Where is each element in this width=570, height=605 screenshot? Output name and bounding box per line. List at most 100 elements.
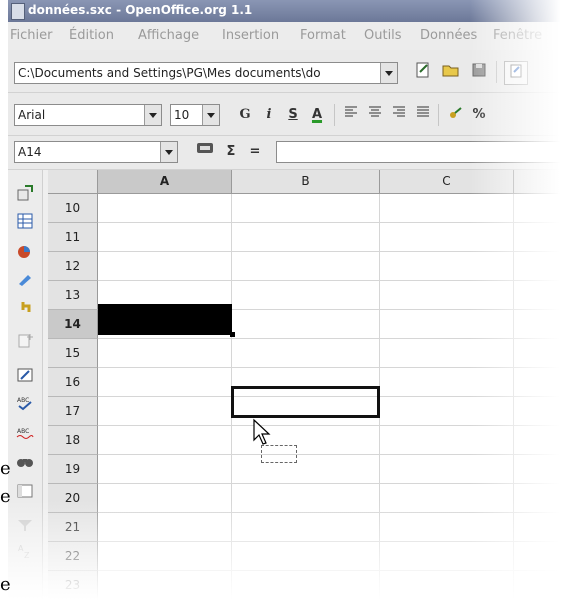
cell[interactable] — [514, 397, 570, 426]
insert-cells-icon[interactable] — [16, 212, 34, 230]
menu-format[interactable]: Format — [300, 28, 346, 43]
cell[interactable] — [514, 339, 570, 368]
cell[interactable] — [98, 223, 232, 252]
cell[interactable] — [232, 542, 380, 571]
underline-button[interactable]: S — [282, 104, 304, 126]
cell[interactable] — [380, 339, 514, 368]
cell[interactable] — [98, 397, 232, 426]
function-button[interactable]: = — [244, 141, 266, 163]
column-header-next[interactable] — [514, 170, 570, 194]
name-box-value[interactable]: A14 — [18, 145, 41, 159]
cell[interactable] — [380, 571, 514, 600]
row-header-20[interactable]: 20 — [48, 484, 98, 513]
cell[interactable] — [514, 571, 570, 600]
cell[interactable] — [514, 426, 570, 455]
cell[interactable] — [514, 484, 570, 513]
autoformat-icon[interactable] — [16, 366, 34, 384]
cell[interactable] — [514, 281, 570, 310]
menu-donnees[interactable]: Données — [420, 28, 477, 43]
row-header-11[interactable]: 11 — [48, 223, 98, 252]
find-replace-icon[interactable] — [16, 452, 34, 470]
cell[interactable] — [380, 281, 514, 310]
cell[interactable] — [514, 252, 570, 281]
justify-icon[interactable] — [412, 104, 434, 126]
cell[interactable] — [514, 513, 570, 542]
column-header-c[interactable]: C — [380, 170, 514, 194]
bold-button[interactable]: G — [234, 104, 256, 126]
function-autopilot-icon[interactable] — [194, 141, 216, 163]
menu-outils[interactable]: Outils — [364, 28, 402, 43]
autospellcheck-icon[interactable]: ABC — [16, 424, 34, 442]
row-header-23[interactable]: 23 — [48, 571, 98, 600]
cell[interactable] — [380, 310, 514, 339]
row-header-19[interactable]: 19 — [48, 455, 98, 484]
cell[interactable] — [232, 455, 380, 484]
cell[interactable] — [380, 252, 514, 281]
cell[interactable] — [380, 223, 514, 252]
cell[interactable] — [98, 542, 232, 571]
menu-insertion[interactable]: Insertion — [222, 28, 279, 43]
cell[interactable] — [514, 223, 570, 252]
font-name-value[interactable]: Arial — [18, 108, 45, 122]
select-all-corner[interactable] — [48, 170, 98, 194]
row-header-13[interactable]: 13 — [48, 281, 98, 310]
show-draw-functions-icon[interactable] — [16, 332, 34, 350]
row-header-15[interactable]: 15 — [48, 339, 98, 368]
sum-button[interactable]: Σ — [220, 141, 242, 163]
cell[interactable] — [232, 571, 380, 600]
selected-cell-a14[interactable] — [98, 304, 232, 335]
cell[interactable] — [514, 542, 570, 571]
cell[interactable] — [380, 368, 514, 397]
menu-affichage[interactable]: Affichage — [138, 28, 199, 43]
navigator-icon[interactable] — [16, 482, 34, 500]
cell[interactable] — [98, 571, 232, 600]
cell[interactable] — [98, 252, 232, 281]
font-size-combobox[interactable]: 10 — [170, 104, 220, 126]
row-header-10[interactable]: 10 — [48, 194, 98, 223]
row-header-16[interactable]: 16 — [48, 368, 98, 397]
cell[interactable] — [232, 484, 380, 513]
font-name-combobox[interactable]: Arial — [14, 104, 162, 126]
cell[interactable] — [380, 513, 514, 542]
font-size-dropdown-button[interactable] — [202, 105, 219, 125]
url-dropdown-button[interactable] — [380, 63, 397, 83]
column-header-b[interactable]: B — [232, 170, 380, 194]
cell[interactable] — [98, 484, 232, 513]
cell[interactable] — [514, 455, 570, 484]
menu-edition[interactable]: Édition — [69, 28, 114, 43]
cell[interactable] — [98, 368, 232, 397]
form-controls-icon[interactable] — [16, 298, 34, 316]
sort-icon[interactable]: AZ — [16, 542, 34, 560]
input-line[interactable] — [276, 141, 570, 163]
save-icon[interactable] — [468, 61, 490, 83]
cell[interactable] — [232, 223, 380, 252]
currency-format-icon[interactable] — [444, 104, 466, 126]
cell[interactable] — [232, 281, 380, 310]
cell[interactable] — [380, 194, 514, 223]
drag-target-cell-b17[interactable] — [231, 386, 380, 418]
cell[interactable] — [514, 368, 570, 397]
cell[interactable] — [98, 455, 232, 484]
cell[interactable] — [380, 426, 514, 455]
cell[interactable] — [380, 455, 514, 484]
cell[interactable] — [514, 310, 570, 339]
insert-chart-icon[interactable] — [16, 242, 34, 260]
insert-object-icon[interactable] — [16, 270, 34, 288]
cell[interactable] — [514, 194, 570, 223]
percent-format-button[interactable]: % — [468, 104, 490, 126]
font-size-value[interactable]: 10 — [174, 108, 189, 122]
column-header-a[interactable]: A — [98, 170, 232, 194]
cell[interactable] — [232, 310, 380, 339]
insert-icon[interactable] — [16, 184, 34, 202]
cell[interactable] — [98, 513, 232, 542]
row-header-21[interactable]: 21 — [48, 513, 98, 542]
align-left-icon[interactable] — [340, 104, 362, 126]
cell[interactable] — [98, 426, 232, 455]
row-header-18[interactable]: 18 — [48, 426, 98, 455]
name-box[interactable]: A14 — [14, 141, 178, 163]
cell[interactable] — [98, 339, 232, 368]
cell[interactable] — [380, 397, 514, 426]
cell[interactable] — [380, 542, 514, 571]
cell[interactable] — [380, 484, 514, 513]
cell[interactable] — [232, 194, 380, 223]
